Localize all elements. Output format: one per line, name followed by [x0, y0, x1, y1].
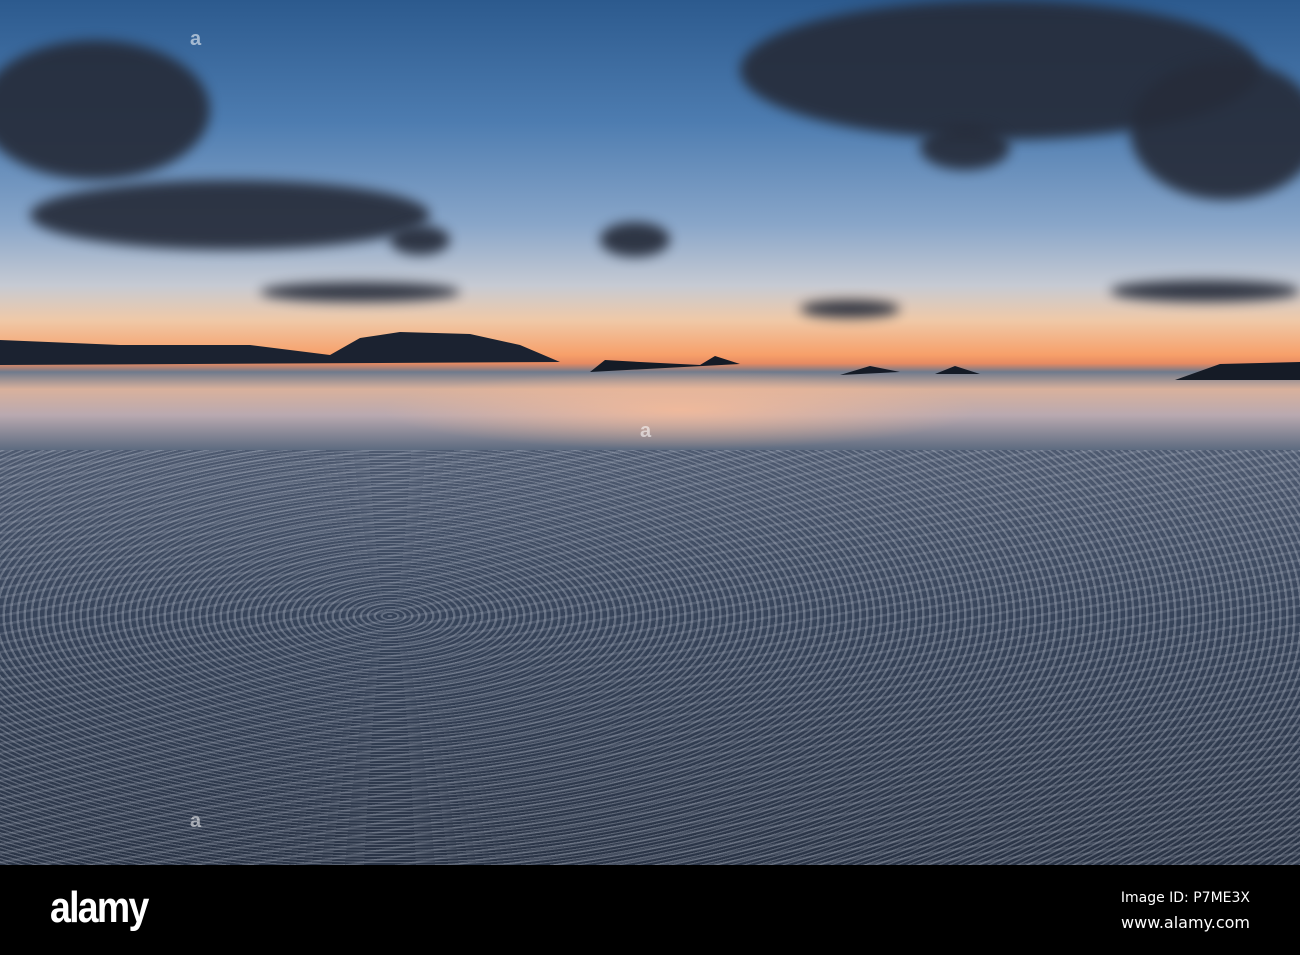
sunset-reflection: [380, 370, 980, 450]
cloud: [260, 282, 460, 302]
cloud: [390, 225, 450, 255]
watermark-bar: alamy Image ID: P7ME3X www.alamy.com: [0, 865, 1300, 955]
watermark-a: a: [190, 810, 202, 832]
site-url: www.alamy.com: [1121, 913, 1250, 932]
cloud: [800, 300, 900, 318]
cloud: [1110, 280, 1300, 302]
rippled-sand: [0, 450, 1300, 865]
image-id: Image ID: P7ME3X: [1120, 890, 1250, 906]
cloud: [30, 180, 430, 250]
cloud: [600, 222, 670, 257]
cloud: [1130, 60, 1300, 200]
alamy-logo: alamy: [50, 883, 149, 932]
cloud: [0, 40, 210, 180]
beach-sunset-photo: a a a: [0, 0, 1300, 865]
watermark-a: a: [640, 420, 652, 442]
cloud: [920, 125, 1010, 170]
watermark-a: a: [190, 28, 202, 50]
